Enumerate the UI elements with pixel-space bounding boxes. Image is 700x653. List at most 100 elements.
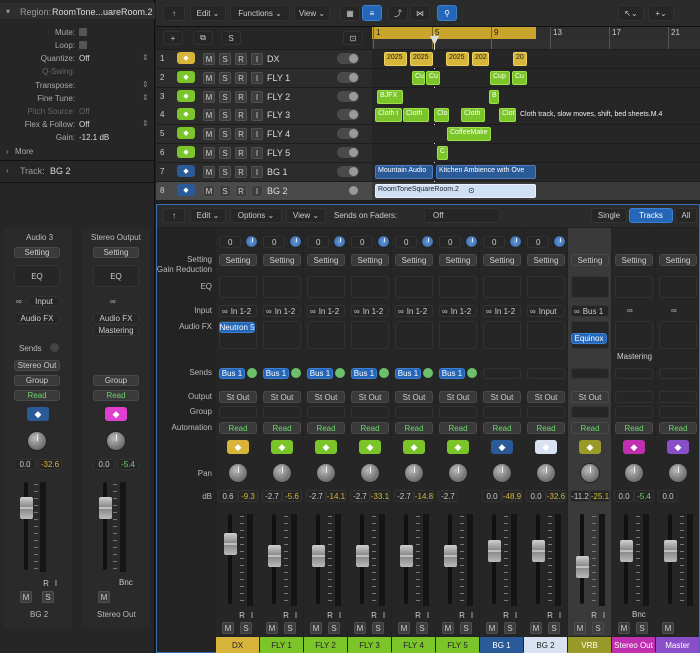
send-level-knob-icon[interactable] bbox=[291, 368, 301, 378]
automation-mode[interactable]: Read bbox=[527, 422, 565, 434]
region[interactable]: Cu bbox=[426, 71, 440, 85]
link-icon[interactable]: ∞ bbox=[110, 298, 116, 306]
input-slot[interactable]: ∞ Bus 1 bbox=[571, 305, 609, 317]
solo-button[interactable]: S bbox=[284, 622, 296, 634]
strip1-volume-value[interactable]: 0.0 bbox=[14, 459, 36, 470]
strip1-output-button[interactable]: Stereo Out bbox=[14, 360, 60, 371]
volume-fader[interactable] bbox=[356, 545, 369, 567]
group-slot[interactable] bbox=[615, 406, 653, 418]
automation-icon[interactable]: ⤴ bbox=[388, 5, 408, 21]
region[interactable]: Cloth t bbox=[375, 108, 402, 122]
audiofx-slot[interactable] bbox=[527, 321, 565, 349]
all-button[interactable]: All bbox=[675, 208, 697, 223]
track-on-toggle[interactable] bbox=[337, 128, 359, 139]
gain-value[interactable]: -12.1 dB bbox=[79, 134, 109, 142]
setting-button[interactable]: Setting bbox=[571, 254, 609, 266]
finetune-stepper-icon[interactable]: ⇕ bbox=[142, 94, 149, 102]
input-monitor-button[interactable]: I bbox=[251, 109, 263, 121]
group-slot[interactable] bbox=[219, 406, 257, 418]
mixer-view-menu[interactable]: View ⌄ bbox=[286, 208, 326, 223]
region[interactable]: Cloth bbox=[461, 108, 485, 122]
pan-knob[interactable] bbox=[272, 463, 292, 483]
eq-slot[interactable] bbox=[527, 276, 565, 298]
input-monitor-button[interactable]: I bbox=[422, 609, 434, 621]
mute-button[interactable]: M bbox=[618, 622, 630, 634]
automation-mode[interactable]: Read bbox=[263, 422, 301, 434]
strip1-fx-button[interactable]: Audio FX bbox=[14, 313, 60, 324]
solo-button[interactable]: S bbox=[219, 128, 231, 140]
marquee-tool-icon[interactable]: +⌄ bbox=[648, 5, 674, 21]
input-monitor-button[interactable]: I bbox=[251, 91, 263, 103]
audiofx-plugin[interactable]: Equinox bbox=[571, 333, 607, 344]
trim-knob[interactable] bbox=[509, 235, 522, 248]
track-on-toggle[interactable] bbox=[337, 91, 359, 102]
input-monitor-button[interactable]: I bbox=[334, 609, 346, 621]
input-trim-value[interactable]: 0 bbox=[439, 236, 461, 248]
back-button[interactable]: ↑ bbox=[163, 5, 185, 21]
solo-button[interactable]: S bbox=[219, 166, 231, 178]
pan-knob[interactable] bbox=[668, 463, 688, 483]
strip2-eq-button[interactable]: EQ bbox=[93, 265, 139, 287]
pitch-source-value[interactable]: Off bbox=[79, 108, 90, 116]
solo-button[interactable]: S bbox=[219, 147, 231, 159]
output-slot[interactable]: St Out bbox=[307, 391, 345, 403]
strip1-group-button[interactable]: Group bbox=[14, 375, 60, 386]
eq-slot[interactable] bbox=[615, 276, 653, 298]
strip2-fx-button[interactable]: Audio FX bbox=[93, 313, 139, 324]
volume-fader[interactable] bbox=[224, 533, 237, 555]
region[interactable]: Mountain Audio bbox=[375, 165, 433, 179]
input-monitor-button[interactable]: I bbox=[378, 609, 390, 621]
region[interactable]: RoomToneSquareRoom.2 bbox=[375, 184, 536, 198]
audiofx-slot[interactable] bbox=[395, 321, 433, 349]
solo-global-button[interactable]: S bbox=[221, 31, 241, 45]
mute-button[interactable]: M bbox=[310, 622, 322, 634]
loop-checkbox[interactable] bbox=[79, 41, 87, 49]
record-button[interactable]: R bbox=[235, 72, 247, 84]
record-button[interactable]: R bbox=[235, 53, 247, 65]
group-slot[interactable] bbox=[263, 406, 301, 418]
output-slot[interactable]: St Out bbox=[439, 391, 477, 403]
channel-name-plate[interactable]: FLY 5 bbox=[436, 637, 479, 653]
eq-slot[interactable] bbox=[219, 276, 257, 298]
input-monitor-button[interactable]: I bbox=[251, 185, 263, 197]
mixer-options-menu[interactable]: Options ⌄ bbox=[230, 208, 282, 223]
mute-button[interactable]: M bbox=[266, 622, 278, 634]
group-slot[interactable] bbox=[439, 406, 477, 418]
quantize-value[interactable]: Off bbox=[79, 55, 90, 63]
eq-slot[interactable] bbox=[395, 276, 433, 298]
region[interactable]: Kitchen Ambience with Ove bbox=[436, 165, 536, 179]
input-trim-value[interactable]: 0 bbox=[219, 236, 241, 248]
region[interactable]: C bbox=[437, 146, 448, 160]
mute-button[interactable]: M bbox=[98, 591, 110, 603]
send-slot[interactable]: Bus 1 bbox=[219, 368, 245, 379]
functions-menu[interactable]: Functions ⌄ bbox=[230, 5, 290, 21]
strip2-mastering-button[interactable]: Mastering bbox=[93, 325, 139, 336]
single-button[interactable]: Single bbox=[591, 208, 627, 223]
region[interactable]: CoffeeMake bbox=[447, 127, 491, 141]
region[interactable]: Cup bbox=[490, 71, 510, 85]
input-trim-value[interactable]: 0 bbox=[483, 236, 505, 248]
trim-knob[interactable] bbox=[465, 235, 478, 248]
send-level-knob-icon[interactable] bbox=[467, 368, 477, 378]
volume-fader[interactable] bbox=[400, 545, 413, 567]
strip2-setting-button[interactable]: Setting bbox=[93, 247, 139, 258]
setting-button[interactable]: Setting bbox=[307, 254, 345, 266]
mute-button[interactable]: M bbox=[203, 185, 215, 197]
record-button[interactable]: R bbox=[235, 128, 247, 140]
pan-knob[interactable] bbox=[492, 463, 512, 483]
input-monitor-button[interactable]: I bbox=[466, 609, 478, 621]
region[interactable]: 202 bbox=[472, 52, 489, 66]
send-slot[interactable] bbox=[615, 368, 653, 379]
input-trim-value[interactable]: 0 bbox=[307, 236, 329, 248]
automation-mode[interactable]: Read bbox=[219, 422, 257, 434]
setting-button[interactable]: Setting bbox=[615, 254, 653, 266]
mute-button[interactable]: M bbox=[530, 622, 542, 634]
volume-value[interactable]: -2.7 bbox=[438, 490, 458, 502]
mixer-back-button[interactable]: ↑ bbox=[163, 208, 185, 223]
setting-button[interactable]: Setting bbox=[395, 254, 433, 266]
mute-button[interactable]: M bbox=[222, 622, 234, 634]
solo-button[interactable]: S bbox=[372, 622, 384, 634]
solo-button[interactable]: S bbox=[219, 185, 231, 197]
volume-fader[interactable] bbox=[20, 497, 33, 519]
group-slot[interactable] bbox=[351, 406, 389, 418]
